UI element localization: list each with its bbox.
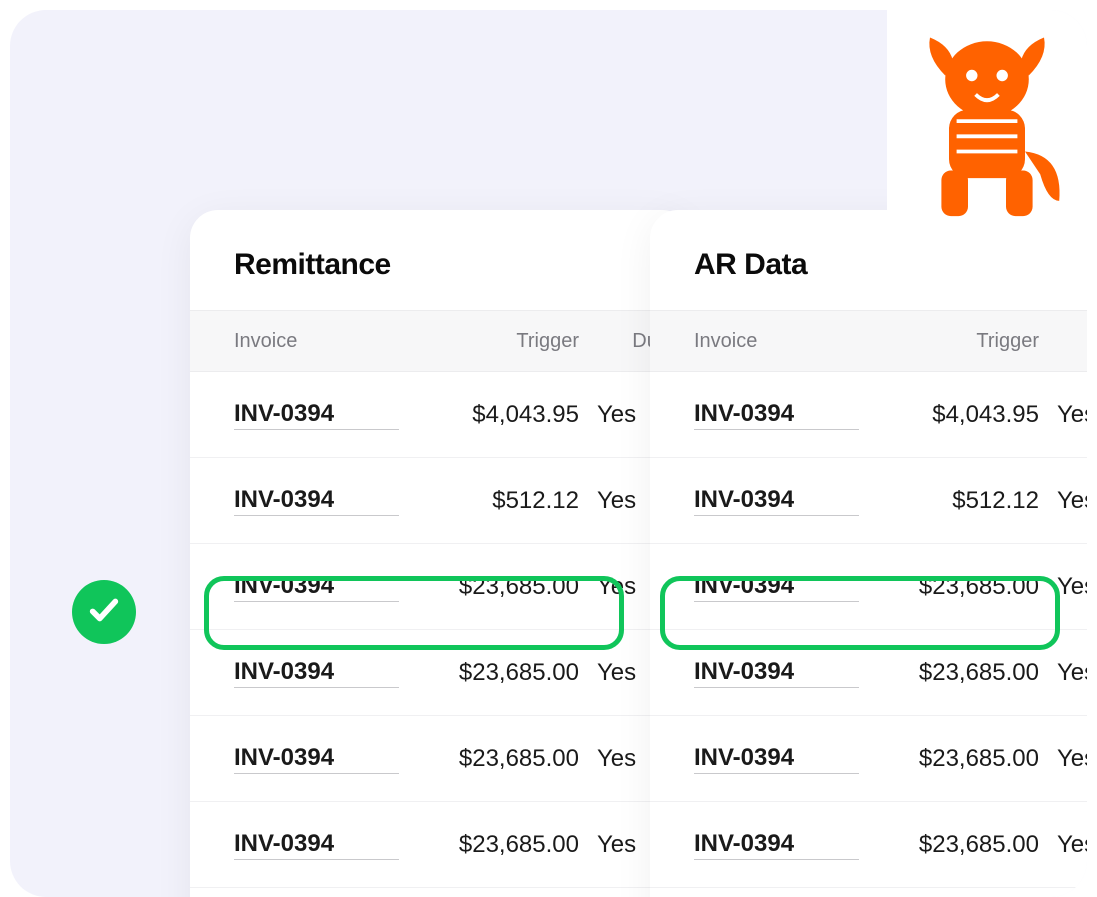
col-header-invoice: Invoice xyxy=(694,330,859,353)
invoice-cell: INV-0394 xyxy=(694,400,859,430)
brand-logo xyxy=(887,10,1087,240)
invoice-cell: INV-0394 xyxy=(234,658,399,688)
invoice-cell: INV-0394 xyxy=(234,830,399,860)
trigger-cell: $23,685.00 xyxy=(399,659,579,687)
trigger-cell: $23,685.00 xyxy=(859,831,1039,859)
table-row[interactable]: INV-0394 $512.12 Yes xyxy=(650,458,1087,544)
table-row[interactable]: INV-0394 $23,685.00 Yes xyxy=(650,802,1087,888)
col-header-due: Due xyxy=(1039,330,1087,353)
ar-data-card: AR Data Invoice Trigger Due INV-0394 $4,… xyxy=(650,210,1087,897)
remittance-card: Remittance Invoice Trigger Due INV-0394 … xyxy=(190,210,690,897)
table-row[interactable]: INV-0394 $23,685.00 Yes xyxy=(190,802,690,888)
table-row[interactable]: INV-0394 $4,043.95 Yes xyxy=(650,372,1087,458)
table-row[interactable]: INV-0394 $23,685.00 Yes xyxy=(650,630,1087,716)
col-header-trigger: Trigger xyxy=(399,330,579,353)
trigger-cell: $23,685.00 xyxy=(399,745,579,773)
lion-icon xyxy=(892,18,1082,233)
invoice-cell: INV-0394 xyxy=(234,400,399,430)
table-row[interactable]: INV-0394 $4,043.95 Yes xyxy=(190,372,690,458)
check-icon xyxy=(87,593,121,632)
invoice-cell: INV-0394 xyxy=(234,486,399,516)
trigger-cell: $512.12 xyxy=(399,487,579,515)
due-cell: Yes xyxy=(1039,831,1087,859)
trigger-cell: $23,685.00 xyxy=(399,831,579,859)
invoice-cell: INV-0394 xyxy=(694,830,859,860)
invoice-cell: INV-0394 xyxy=(694,744,859,774)
trigger-cell: $23,685.00 xyxy=(859,745,1039,773)
col-header-trigger: Trigger xyxy=(859,330,1039,353)
invoice-cell: INV-0394 xyxy=(234,744,399,774)
canvas: Remittance Invoice Trigger Due INV-0394 … xyxy=(10,10,1087,897)
remittance-title: Remittance xyxy=(190,210,690,310)
table-row[interactable]: INV-0394 $23,685.00 Yes xyxy=(190,630,690,716)
trigger-cell: $512.12 xyxy=(859,487,1039,515)
invoice-cell: INV-0394 xyxy=(234,572,399,602)
trigger-cell: $23,685.00 xyxy=(859,659,1039,687)
trigger-cell: $4,043.95 xyxy=(859,401,1039,429)
due-cell: Yes xyxy=(1039,745,1087,773)
due-cell: Yes xyxy=(1039,487,1087,515)
ar-header-row: Invoice Trigger Due xyxy=(650,310,1087,372)
due-cell: Yes xyxy=(1039,573,1087,601)
trigger-cell: $23,685.00 xyxy=(859,573,1039,601)
table-row[interactable]: INV-0394 $23,685.00 Yes xyxy=(650,716,1087,802)
col-header-invoice: Invoice xyxy=(234,330,399,353)
match-status-badge xyxy=(72,580,136,644)
table-row[interactable]: INV-0394 $512.12 Yes xyxy=(190,458,690,544)
remittance-header-row: Invoice Trigger Due xyxy=(190,310,690,372)
table-row[interactable]: INV-0394 $23,685.00 Yes xyxy=(650,544,1087,630)
trigger-cell: $23,685.00 xyxy=(399,573,579,601)
invoice-cell: INV-0394 xyxy=(694,486,859,516)
due-cell: Yes xyxy=(1039,401,1087,429)
invoice-cell: INV-0394 xyxy=(694,658,859,688)
trigger-cell: $4,043.95 xyxy=(399,401,579,429)
table-row[interactable]: INV-0394 $23,685.00 Yes xyxy=(190,544,690,630)
table-row[interactable]: INV-0394 $23,685.00 Yes xyxy=(190,716,690,802)
due-cell: Yes xyxy=(1039,659,1087,687)
invoice-cell: INV-0394 xyxy=(694,572,859,602)
